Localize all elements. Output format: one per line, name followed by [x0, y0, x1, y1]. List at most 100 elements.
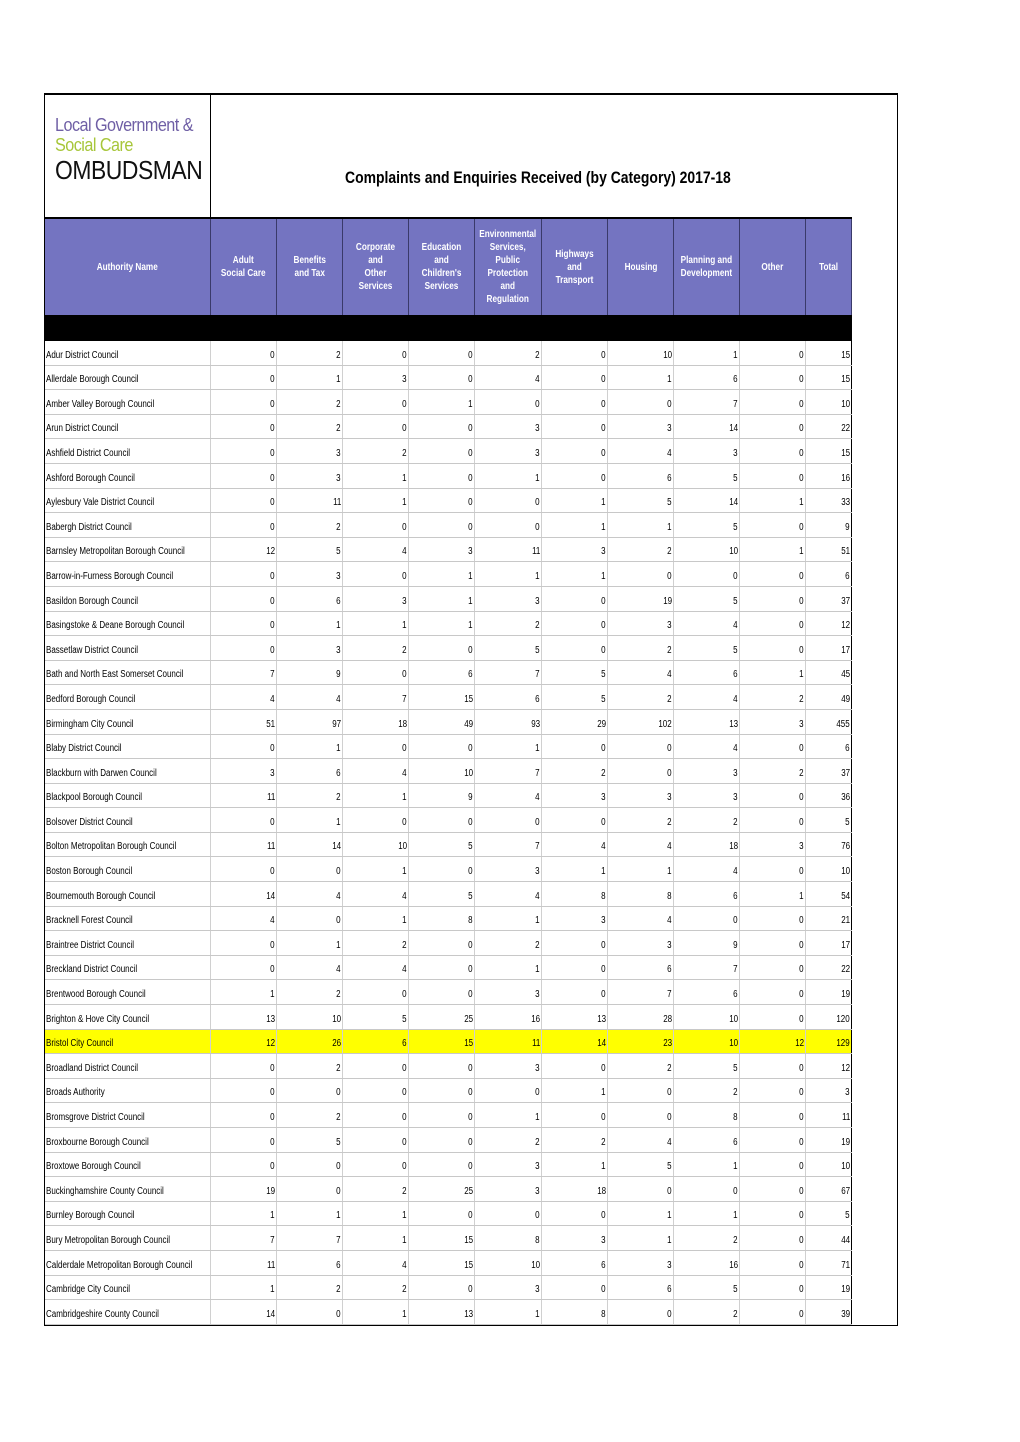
cell-value: 12: [841, 1062, 850, 1074]
cell-value: 0: [270, 472, 275, 484]
cell-value: 102: [658, 718, 672, 730]
authority-name: Boston Borough Council: [46, 866, 133, 878]
cell-value: 17: [841, 644, 850, 656]
value-cell: 8: [542, 882, 608, 906]
cell-value: 1: [601, 521, 606, 533]
value-cell: 19: [608, 586, 674, 611]
value-cell: 4: [674, 611, 740, 636]
cell-value: 6: [845, 570, 850, 582]
value-cell: 0: [409, 1201, 475, 1226]
value-cell: 5: [608, 1152, 674, 1177]
header-separator-bar: [45, 315, 852, 341]
authority-name: Ashford Borough Council: [46, 472, 135, 484]
cell-value: 1: [336, 939, 341, 951]
value-cell: 14: [211, 1300, 277, 1324]
cell-value: 0: [402, 989, 407, 1001]
cell-value: 1: [601, 866, 606, 878]
cell-value: 11: [266, 841, 275, 853]
value-cell: 0: [740, 783, 806, 808]
cell-value: 0: [601, 349, 606, 361]
cell-value: 0: [402, 398, 407, 410]
cell-value: 7: [733, 398, 738, 410]
cell-value: 2: [336, 792, 341, 804]
value-cell: 0: [277, 1177, 343, 1201]
value-cell: 0: [542, 365, 608, 390]
cell-value: 3: [402, 374, 407, 386]
value-cell: 11: [211, 1250, 277, 1275]
cell-value: 4: [733, 693, 738, 705]
cell-value: 1: [402, 620, 407, 632]
cell-value: 0: [336, 915, 341, 927]
value-cell: 3: [343, 586, 409, 611]
cell-value: 0: [799, 472, 804, 484]
total-cell: 11: [806, 1103, 852, 1127]
cell-value: 49: [841, 693, 850, 705]
value-cell: 7: [211, 1226, 277, 1250]
value-cell: 1: [542, 857, 608, 882]
cell-value: 0: [468, 964, 473, 976]
cell-value: 0: [799, 1013, 804, 1025]
cell-value: 0: [667, 767, 672, 779]
cell-value: 0: [601, 989, 606, 1001]
value-cell: 0: [277, 1300, 343, 1324]
table-row: Calderdale Metropolitan Borough Council 1…: [45, 1250, 852, 1276]
value-cell: 2: [608, 685, 674, 709]
value-cell: 6: [409, 660, 475, 685]
cell-value: 10: [464, 767, 473, 779]
cell-value: 28: [663, 1013, 672, 1025]
column-header-8: Planning and Development: [674, 219, 740, 315]
authority-name: Bath and North East Somerset Council: [46, 669, 184, 681]
cell-value: 76: [841, 841, 850, 853]
value-cell: 4: [343, 882, 409, 906]
cell-value: 10: [841, 1161, 850, 1173]
table-row: Adur District Council 0 2 0 0 2 0 10 1 0 15: [45, 341, 852, 366]
cell-value: 2: [402, 1185, 407, 1197]
value-cell: 3: [475, 1275, 542, 1300]
cell-value: 19: [841, 989, 850, 1001]
cell-value: 10: [729, 546, 738, 558]
cell-value: 0: [336, 1161, 341, 1173]
value-cell: 7: [343, 685, 409, 709]
cell-value: 5: [468, 841, 473, 853]
value-cell: 1: [277, 611, 343, 636]
value-cell: 2: [608, 1054, 674, 1078]
value-cell: 10: [674, 537, 740, 562]
cell-value: 0: [799, 1112, 804, 1123]
cell-value: 4: [336, 890, 341, 902]
total-cell: 45: [806, 660, 852, 685]
value-cell: 0: [343, 562, 409, 586]
table-row: Babergh District Council 0 2 0 0 0 1 1 5 0 9: [45, 513, 852, 538]
cell-value: 0: [402, 521, 407, 533]
cell-value: 1: [402, 1308, 407, 1320]
value-cell: 0: [277, 1078, 343, 1103]
cell-value: 0: [270, 743, 275, 755]
value-cell: 9: [277, 660, 343, 685]
value-cell: 0: [211, 611, 277, 636]
value-cell: 51: [211, 709, 277, 734]
cell-value: 2: [336, 521, 341, 533]
value-cell: 0: [542, 980, 608, 1005]
cell-value: 3: [733, 447, 738, 459]
cell-value: 0: [601, 816, 606, 828]
cell-value: 93: [531, 718, 540, 730]
cell-value: 15: [841, 349, 850, 361]
cell-value: 22: [841, 964, 850, 976]
cell-value: 0: [799, 1185, 804, 1197]
authority-name: Bournemouth Borough Council: [46, 890, 156, 902]
value-cell: 3: [475, 857, 542, 882]
total-cell: 9: [806, 513, 852, 537]
cell-value: 29: [597, 718, 606, 730]
value-cell: 0: [740, 1300, 806, 1324]
cell-value: 11: [841, 1112, 850, 1123]
cell-value: 0: [270, 964, 275, 976]
cell-value: 0: [336, 1087, 341, 1099]
value-cell: 4: [277, 882, 343, 906]
cell-value: 0: [270, 349, 275, 361]
value-cell: 0: [542, 1054, 608, 1078]
value-cell: 1: [211, 980, 277, 1005]
cell-value: 9: [733, 939, 738, 951]
table-row: Birmingham City Council 51 97 18 49 93 29 102 13…: [45, 709, 852, 735]
value-cell: 0: [409, 808, 475, 832]
cell-value: 120: [836, 1013, 850, 1025]
value-cell: 1: [343, 906, 409, 931]
